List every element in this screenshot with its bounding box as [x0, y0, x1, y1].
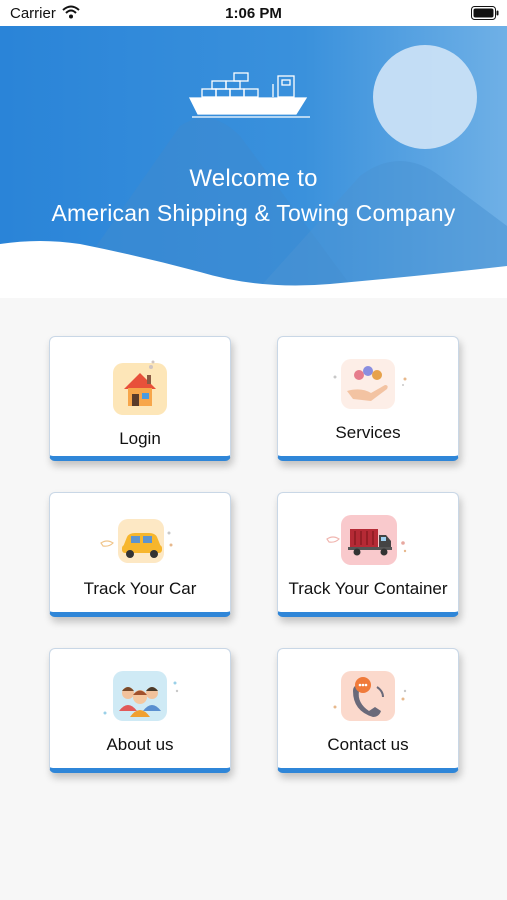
services-label: Services: [335, 423, 401, 442]
header-banner: Welcome to American Shipping & Towing Co…: [0, 26, 507, 298]
house-icon: [95, 357, 185, 417]
track-car-label: Track Your Car: [83, 579, 197, 598]
welcome-heading: Welcome to: [189, 165, 318, 192]
services-hands-icon: [323, 357, 413, 417]
header-background: [0, 26, 507, 298]
login-label: Login: [119, 429, 161, 448]
company-name: American Shipping & Towing Company: [51, 200, 456, 226]
phone-icon: [323, 669, 413, 729]
clock: 1:06 PM: [225, 5, 282, 22]
login-button[interactable]: Login: [49, 336, 231, 461]
status-bar: Carrier 1:06 PM: [0, 0, 507, 26]
track-container-label: Track Your Container: [288, 579, 448, 598]
truck-icon: [323, 513, 413, 573]
about-us-label: About us: [106, 735, 174, 754]
contact-us-button[interactable]: Contact us: [277, 648, 459, 773]
car-icon: [95, 513, 185, 573]
battery-icon: [471, 6, 499, 24]
contact-us-label: Contact us: [327, 735, 409, 754]
track-car-button[interactable]: Track Your Car: [49, 492, 231, 617]
people-icon: [95, 669, 185, 729]
ship-icon: [188, 72, 310, 118]
services-button[interactable]: Services: [277, 336, 459, 461]
about-us-button[interactable]: About us: [49, 648, 231, 773]
track-container-button[interactable]: Track Your Container: [277, 492, 459, 617]
